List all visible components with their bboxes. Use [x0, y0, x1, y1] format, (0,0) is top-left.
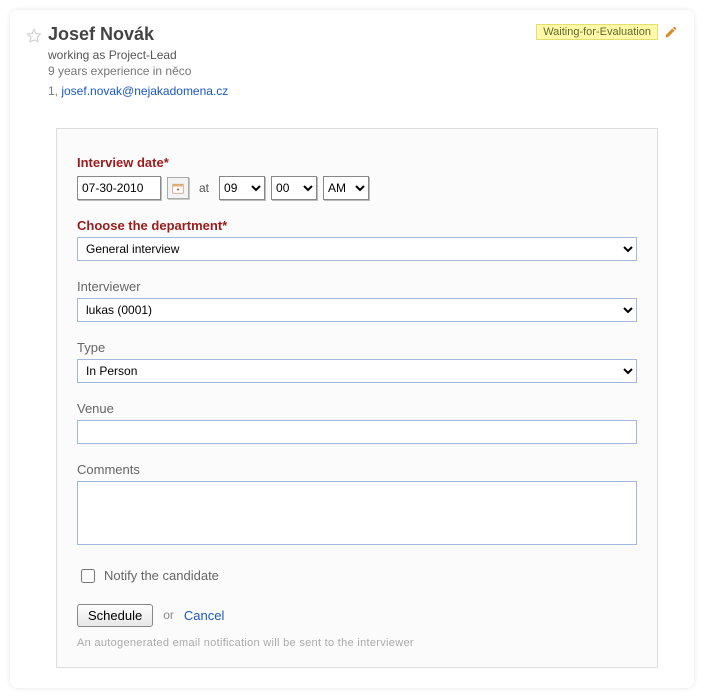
schedule-button[interactable]: Schedule [77, 604, 153, 627]
calendar-icon[interactable] [167, 177, 189, 199]
notify-checkbox[interactable] [81, 569, 95, 583]
interviewer-select[interactable]: lukas (0001) [77, 298, 637, 322]
candidate-contact: 1, josef.novak@nejakadomena.cz [48, 84, 536, 98]
status-wrap: Waiting-for-Evaluation [536, 24, 678, 40]
venue-input[interactable] [77, 420, 637, 444]
edit-status-icon[interactable] [664, 25, 678, 39]
candidate-name: Josef Novák [48, 24, 536, 46]
minute-select[interactable]: 00 [271, 176, 317, 200]
title-block: Josef Novák working as Project-Lead 9 ye… [48, 24, 536, 98]
candidate-experience: 9 years experience in něco [48, 64, 536, 78]
type-select[interactable]: In Person [77, 359, 637, 383]
candidate-email-link[interactable]: josef.novak@nejakadomena.cz [61, 84, 228, 98]
candidate-card: Josef Novák working as Project-Lead 9 ye… [10, 10, 694, 688]
candidate-role: working as Project-Lead [48, 48, 536, 62]
label-type: Type [77, 340, 637, 355]
footnote: An autogenerated email notification will… [77, 637, 637, 649]
label-interviewer: Interviewer [77, 279, 637, 294]
at-label: at [195, 181, 213, 195]
hour-select[interactable]: 09 [219, 176, 265, 200]
label-notify: Notify the candidate [104, 568, 219, 583]
row-interviewer: Interviewer lukas (0001) [77, 279, 637, 322]
row-venue: Venue [77, 401, 637, 444]
favorite-star-icon[interactable] [26, 28, 42, 44]
row-department: Choose the department* General interview [77, 218, 637, 261]
label-interview-date: Interview date* [77, 155, 637, 170]
schedule-form: Interview date* at 09 00 [56, 128, 658, 668]
label-department: Choose the department* [77, 218, 637, 233]
row-comments: Comments [77, 462, 637, 548]
contact-prefix: 1, [48, 84, 61, 98]
row-type: Type In Person [77, 340, 637, 383]
cancel-link[interactable]: Cancel [184, 608, 224, 623]
card-header: Josef Novák working as Project-Lead 9 ye… [26, 24, 678, 98]
row-interview-date: Interview date* at 09 00 [77, 155, 637, 200]
comments-textarea[interactable] [77, 481, 637, 545]
label-comments: Comments [77, 462, 637, 477]
row-notify: Notify the candidate [77, 566, 637, 586]
label-venue: Venue [77, 401, 637, 416]
action-row: Schedule or Cancel [77, 604, 637, 627]
or-text: or [163, 608, 174, 622]
interview-date-input[interactable] [77, 176, 161, 200]
ampm-select[interactable]: AM [323, 176, 369, 200]
department-select[interactable]: General interview [77, 237, 637, 261]
status-badge: Waiting-for-Evaluation [536, 24, 658, 40]
